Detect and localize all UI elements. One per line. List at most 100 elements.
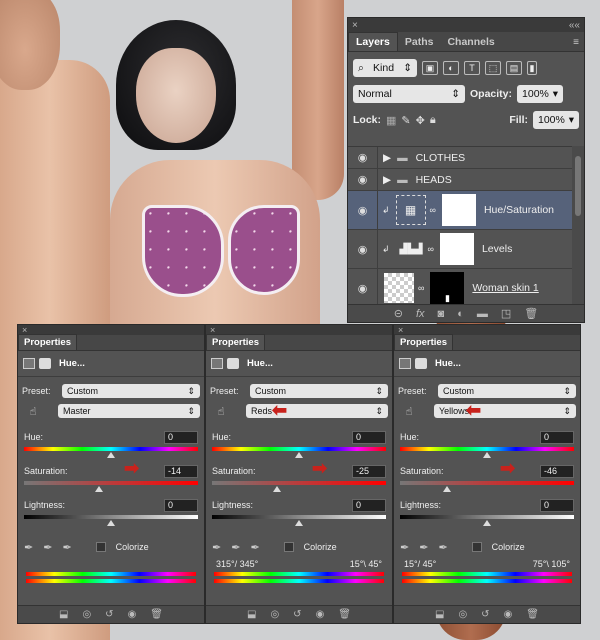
opacity-field[interactable]: 100% ▾ (517, 85, 564, 103)
hue-slider-thumb[interactable] (107, 452, 115, 458)
eye-icon[interactable]: ◉ (348, 147, 378, 168)
chevron-down-icon[interactable]: ▾ (553, 88, 558, 100)
view-previous-icon[interactable]: ◎ (458, 609, 467, 620)
hand-target-icon[interactable]: ☝︎ (22, 405, 44, 418)
disclosure-triangle-icon[interactable]: ▶ (383, 152, 391, 164)
channel-select[interactable]: Master ⇕ (58, 404, 200, 418)
lightness-slider-thumb[interactable] (295, 520, 303, 526)
eye-icon[interactable]: ◉ (348, 169, 378, 190)
lock-all-icon[interactable]: 🔒︎ (430, 114, 436, 127)
lock-position-icon[interactable]: ✥ (416, 114, 425, 127)
preset-select[interactable]: Custom ⇕ (62, 384, 200, 398)
blend-mode-select[interactable]: Normal ⇕ (353, 85, 465, 103)
saturation-slider-thumb[interactable] (442, 486, 451, 492)
lightness-slider-thumb[interactable] (107, 520, 115, 526)
tab-channels[interactable]: Channels (440, 33, 501, 51)
eyedropper-icon[interactable]: ✒ (212, 541, 221, 554)
chain-icon[interactable]: ∞ (428, 244, 434, 254)
preset-select[interactable]: Custom ⇕ (438, 384, 576, 398)
chevron-down-icon[interactable]: ▾ (569, 114, 574, 126)
colorize-checkbox[interactable] (95, 542, 106, 552)
color-spectrum-bar-adjusted[interactable] (214, 579, 384, 583)
reset-icon[interactable]: ↺ (293, 609, 301, 620)
hue-slider-thumb[interactable] (483, 452, 491, 458)
filter-toggle-icon[interactable]: ▮ (527, 61, 537, 75)
eyedropper-minus-icon[interactable]: ✒ (250, 541, 259, 554)
new-layer-icon[interactable]: ◳ (501, 307, 511, 320)
reset-icon[interactable]: ↺ (481, 609, 489, 620)
lightness-slider[interactable] (212, 519, 386, 527)
scroll-thumb[interactable] (575, 156, 581, 216)
filter-pixel-icon[interactable]: ▣ (422, 61, 438, 75)
layer-mask-thumbnail[interactable] (439, 233, 474, 265)
layer-row-clothes[interactable]: ◉ ▶ ▬ CLOTHES (348, 147, 572, 169)
filter-adjustment-icon[interactable]: ◐ (443, 61, 459, 75)
colorize-checkbox[interactable] (283, 542, 294, 552)
trash-icon[interactable]: 🗑︎ (526, 609, 539, 620)
eyedropper-plus-icon[interactable]: ✒ (43, 541, 52, 554)
lightness-input[interactable]: 0 (352, 498, 386, 512)
saturation-input[interactable]: -14 (164, 464, 198, 478)
link-layers-icon[interactable]: ⊝ (394, 307, 403, 320)
channel-select[interactable]: Reds ⇕ (246, 404, 388, 418)
eye-icon[interactable]: ◉ (348, 191, 378, 229)
trash-icon[interactable]: 🗑︎ (150, 609, 163, 620)
channel-select[interactable]: Yellows ⇕ (434, 404, 576, 418)
saturation-slider[interactable] (212, 485, 386, 493)
tab-properties[interactable]: Properties (206, 334, 265, 350)
saturation-input[interactable]: -25 (352, 464, 386, 478)
tab-layers[interactable]: Layers (348, 32, 398, 51)
lock-transparency-icon[interactable]: ▦ (386, 114, 396, 127)
trash-icon[interactable]: 🗑︎ (524, 307, 538, 320)
fx-icon[interactable]: fx (416, 308, 425, 320)
hue-slider-thumb[interactable] (295, 452, 303, 458)
clip-to-layer-icon[interactable]: ⬓ (247, 609, 256, 620)
clip-to-layer-icon[interactable]: ⬓ (59, 609, 68, 620)
chain-icon[interactable]: ∞ (430, 205, 436, 215)
visibility-icon[interactable]: ◉ (504, 609, 513, 620)
visibility-icon[interactable]: ◉ (316, 609, 325, 620)
panel-menu-icon[interactable]: ≡ (568, 34, 584, 51)
layer-mask-thumbnail[interactable]: ▮ (430, 272, 465, 304)
saturation-input[interactable]: -46 (540, 464, 574, 478)
hue-slider[interactable] (24, 451, 198, 459)
visibility-icon[interactable]: ◉ (128, 609, 137, 620)
eyedropper-icon[interactable]: ✒ (24, 541, 33, 554)
layers-scrollbar[interactable] (572, 146, 584, 312)
preset-select[interactable]: Custom ⇕ (250, 384, 388, 398)
color-spectrum-bar-adjusted[interactable] (402, 579, 572, 583)
saturation-slider-thumb[interactable] (273, 486, 282, 492)
collapse-icon[interactable]: «« (569, 20, 580, 31)
chain-icon[interactable]: ∞ (418, 283, 424, 293)
hue-input[interactable]: 0 (540, 430, 574, 444)
hue-input[interactable]: 0 (164, 430, 198, 444)
mask-icon[interactable] (39, 358, 51, 369)
trash-icon[interactable]: 🗑︎ (338, 609, 351, 620)
close-icon[interactable]: × (352, 20, 358, 31)
saturation-slider[interactable] (24, 485, 198, 493)
filter-shape-icon[interactable]: ⬚ (485, 61, 501, 75)
eye-icon[interactable]: ◉ (348, 269, 378, 307)
layer-thumbnail[interactable] (384, 273, 414, 303)
view-previous-icon[interactable]: ◎ (270, 609, 279, 620)
mask-icon[interactable] (227, 358, 239, 369)
filter-type-icon[interactable]: T (464, 61, 480, 75)
lightness-slider-thumb[interactable] (483, 520, 491, 526)
new-adjustment-icon[interactable]: ◐ (457, 308, 464, 320)
add-mask-icon[interactable]: ◙ (438, 308, 445, 320)
hue-slider[interactable] (400, 451, 574, 459)
tab-paths[interactable]: Paths (398, 33, 441, 51)
hue-input[interactable]: 0 (352, 430, 386, 444)
eyedropper-minus-icon[interactable]: ✒ (62, 541, 71, 554)
lightness-input[interactable]: 0 (540, 498, 574, 512)
lock-image-icon[interactable]: ✎ (401, 114, 410, 127)
filter-kind-select[interactable]: ⌕ Kind ⇕ (353, 59, 417, 77)
disclosure-triangle-icon[interactable]: ▶ (383, 174, 391, 186)
eyedropper-plus-icon[interactable]: ✒ (419, 541, 428, 554)
mask-icon[interactable] (415, 358, 427, 369)
layer-row-heads[interactable]: ◉ ▶ ▬ HEADS (348, 169, 572, 191)
colorize-checkbox[interactable] (471, 542, 482, 552)
new-group-icon[interactable]: ▬ (477, 308, 488, 320)
lightness-slider[interactable] (400, 519, 574, 527)
lightness-slider[interactable] (24, 519, 198, 527)
